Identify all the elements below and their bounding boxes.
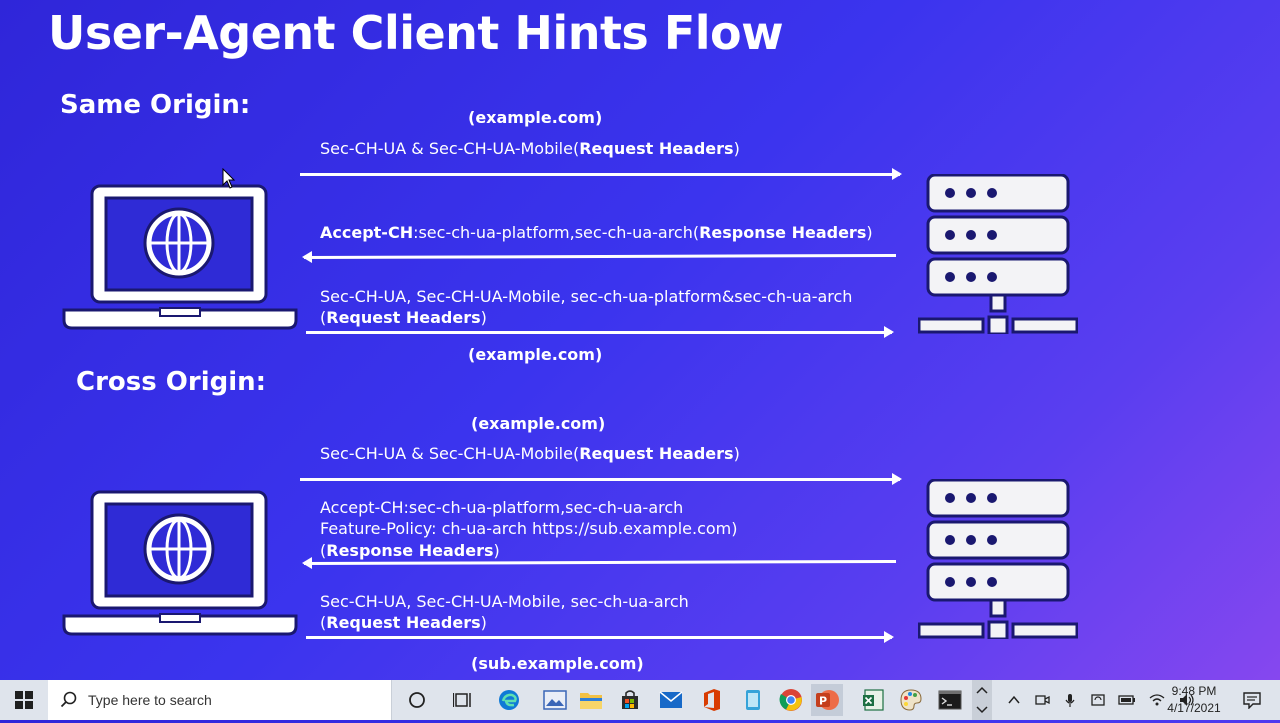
laptop-globe-icon <box>62 184 298 330</box>
search-placeholder: Type here to search <box>88 692 212 708</box>
same-origin-arrow-request-2 <box>306 326 894 338</box>
taskbar: Type here to search P 9:48 PM 4/17/2021 <box>0 680 1280 720</box>
taskbar-scroll-control[interactable] <box>972 680 992 720</box>
same-origin-arrow-response <box>303 253 897 260</box>
start-button[interactable] <box>0 680 48 720</box>
cross-origin-response-line2: Feature-Policy: ch-ua-arch https://sub.e… <box>320 519 738 538</box>
mouse-cursor-icon <box>222 168 236 189</box>
edge-icon[interactable] <box>493 684 525 716</box>
laptop-globe-icon <box>62 490 298 636</box>
cross-origin-heading: Cross Origin: <box>76 367 267 397</box>
svg-text:P: P <box>819 695 827 708</box>
chrome-icon[interactable] <box>775 684 807 716</box>
photos-icon[interactable] <box>539 684 571 716</box>
show-hidden-icons-icon[interactable] <box>1006 692 1022 708</box>
cross-origin-domain-top: (example.com) <box>471 414 606 433</box>
cross-origin-request-2-line2: (Request Headers) <box>320 613 487 632</box>
server-icon <box>918 174 1078 334</box>
cross-origin-arrow-request-1 <box>300 473 902 485</box>
same-origin-request-2-line1: Sec-CH-UA, Sec-CH-UA-Mobile, sec-ch-ua-p… <box>320 287 853 306</box>
meet-now-icon[interactable] <box>1034 692 1050 708</box>
excel-icon[interactable] <box>857 684 889 716</box>
same-origin-heading: Same Origin: <box>60 90 251 120</box>
notifications-icon[interactable] <box>1236 684 1268 716</box>
same-origin-request-2-line2: (Request Headers) <box>320 308 487 327</box>
slide-title: User-Agent Client Hints Flow <box>48 6 784 60</box>
slide: User-Agent Client Hints Flow Same Origin… <box>0 0 1280 680</box>
microphone-icon[interactable] <box>1062 692 1078 708</box>
same-origin-arrow-request-1 <box>300 168 902 180</box>
terminal-icon[interactable] <box>934 684 966 716</box>
server-icon <box>918 479 1078 639</box>
same-origin-domain-bottom: (example.com) <box>468 345 603 364</box>
cortana-icon[interactable] <box>401 684 433 716</box>
store-icon[interactable] <box>614 684 646 716</box>
taskbar-search-box[interactable]: Type here to search <box>48 680 392 720</box>
powerpoint-icon[interactable]: P <box>811 684 843 716</box>
cross-origin-domain-bottom: (sub.example.com) <box>471 654 644 673</box>
cross-origin-arrow-request-2 <box>306 631 894 643</box>
cross-origin-response-line3: (Response Headers) <box>320 541 500 560</box>
search-icon <box>60 691 77 708</box>
clock-time: 9:48 PM <box>1171 684 1217 698</box>
sync-icon[interactable] <box>1090 692 1106 708</box>
same-origin-domain-top: (example.com) <box>468 108 603 127</box>
file-explorer-icon[interactable] <box>575 684 607 716</box>
task-view-icon[interactable] <box>447 684 479 716</box>
battery-icon[interactable] <box>1118 692 1136 708</box>
clock-date: 4/17/2021 <box>1167 701 1221 715</box>
taskbar-clock[interactable]: 9:48 PM 4/17/2021 <box>1160 683 1228 717</box>
cross-origin-response-line1: Accept-CH:sec-ch-ua-platform,sec-ch-ua-a… <box>320 498 684 517</box>
windows-logo-icon <box>15 691 33 709</box>
cross-origin-request-1: Sec-CH-UA & Sec-CH-UA-Mobile(Request Hea… <box>320 444 740 463</box>
cross-origin-request-2-line1: Sec-CH-UA, Sec-CH-UA-Mobile, sec-ch-ua-a… <box>320 592 689 611</box>
notepad-icon[interactable] <box>737 684 769 716</box>
paint-icon[interactable] <box>895 684 927 716</box>
office-icon[interactable] <box>696 684 728 716</box>
mail-icon[interactable] <box>655 684 687 716</box>
same-origin-request-1: Sec-CH-UA & Sec-CH-UA-Mobile(Request Hea… <box>320 139 740 158</box>
same-origin-response: Accept-CH:sec-ch-ua-platform,sec-ch-ua-a… <box>320 223 873 242</box>
